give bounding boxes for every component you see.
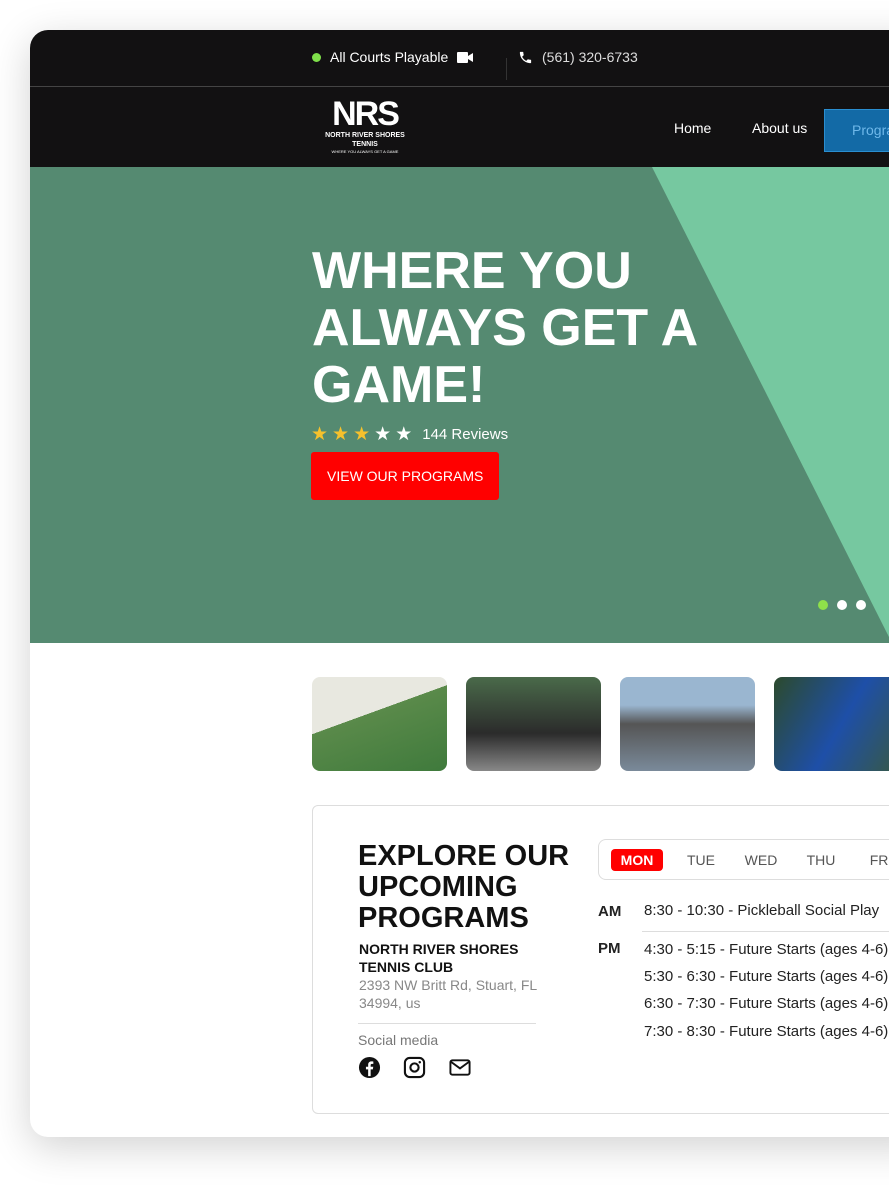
club-name: NORTH RIVER SHORES TENNIS CLUB [359,941,519,975]
mail-icon[interactable] [448,1056,472,1079]
photo-gallery [312,677,889,771]
facebook-icon[interactable] [358,1056,381,1079]
star-filled-icon: ★ [311,424,329,445]
logo-sub: TENNIS [352,141,378,148]
carousel-dot[interactable] [818,600,828,610]
tab-mon[interactable]: MON [611,848,663,871]
hero-title: WHERE YOU ALWAYS GET A GAME! [312,242,697,414]
tab-wed[interactable]: WED [731,852,791,868]
phone-link[interactable]: (561) 320-6733 [518,49,638,65]
phone-icon [519,51,532,63]
logo-mark: NRS [332,95,400,133]
schedule-entry: 8:30 - 10:30 - Pickleball Social Play [644,902,880,919]
gallery-photo[interactable] [466,677,601,771]
star-empty-icon: ★ [374,424,392,445]
club-address: 2393 NW Britt Rd, Stuart, FL 34994, us [359,977,537,1011]
divider [642,931,889,932]
logo-name: NORTH RIVER SHORES [325,132,405,139]
divider [358,1023,536,1024]
programs-title: EXPLORE OUR UPCOMING PROGRAMS [358,840,570,934]
schedule-entry: 6:30 - 7:30 - Future Starts (ages 4-6) [644,995,889,1012]
view-programs-button[interactable]: VIEW OUR PROGRAMS [311,452,500,500]
top-bar: All Courts Playable (561) 320-6733 [30,30,889,87]
social-icons [358,1056,472,1079]
schedule-entry: 4:30 - 5:15 - Future Starts (ages 4-6) [644,941,889,958]
am-label: AM [598,903,622,920]
schedule-entry: 7:30 - 8:30 - Future Starts (ages 4-6) [644,1023,889,1040]
carousel-dot[interactable] [837,600,847,610]
nav-about[interactable]: About us [752,120,807,136]
nav-programs[interactable]: Programs [824,109,889,152]
logo-tagline: WHERE YOU ALWAYS GET A GAME [331,149,399,154]
instagram-icon[interactable] [403,1056,426,1079]
browser-window: All Courts Playable (561) 320-6733 NRS N… [30,30,889,1137]
programs-card: EXPLORE OUR UPCOMING PROGRAMS NORTH RIVE… [312,805,889,1114]
review-count[interactable]: 144 Reviews [422,426,508,443]
tab-thu[interactable]: THU [791,852,851,868]
carousel-dot[interactable] [856,600,866,610]
nav-home[interactable]: Home [674,120,711,136]
status-dot-icon [312,52,321,62]
carousel-dots [818,600,866,610]
star-filled-icon: ★ [332,424,350,445]
star-empty-icon: ★ [395,424,413,445]
tab-tue[interactable]: TUE [671,852,731,868]
social-label: Social media [358,1032,439,1048]
logo[interactable]: NRS NORTH RIVER SHORES TENNIS WHERE YOU … [312,97,418,155]
gallery-photo[interactable] [774,677,889,771]
phone-number: (561) 320-6733 [542,49,638,65]
pm-label: PM [598,940,621,957]
rating: ★ ★ ★ ★ ★ 144 Reviews [311,423,508,446]
court-status: All Courts Playable [312,49,474,65]
gallery-photo[interactable] [312,677,447,771]
star-filled-icon: ★ [353,424,371,445]
schedule-entry: 5:30 - 6:30 - Future Starts (ages 4-6) [644,968,889,985]
day-tabs: MON TUE WED THU FRI [598,839,889,880]
gallery-photo[interactable] [620,677,755,771]
tab-fri[interactable]: FRI [851,852,889,868]
hero-banner: WHERE YOU ALWAYS GET A GAME! ★ ★ ★ ★ ★ 1… [30,167,889,643]
main-nav: NRS NORTH RIVER SHORES TENNIS WHERE YOU … [30,87,889,167]
court-status-text: All Courts Playable [330,49,449,65]
divider [506,58,507,80]
video-camera-icon[interactable] [457,51,474,63]
